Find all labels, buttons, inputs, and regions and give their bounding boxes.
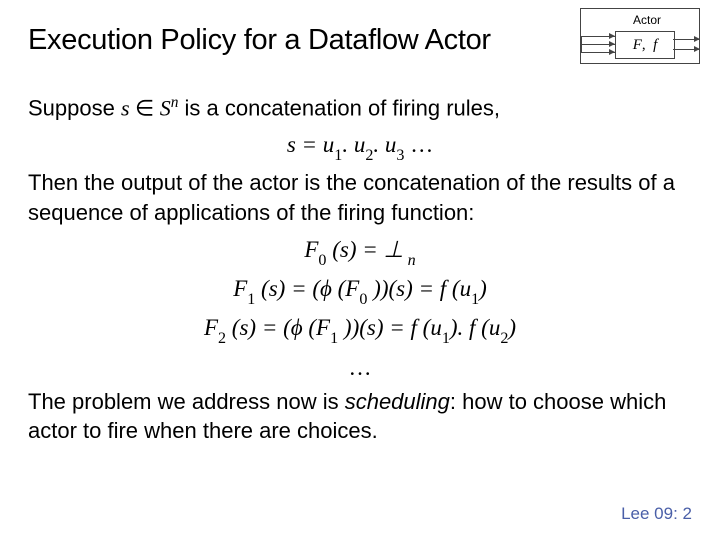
eq-F0: F0 (s) = ⊥ n [28,234,692,269]
slide-footer: Lee 09: 2 [621,504,692,524]
actor-box-F: F [633,37,642,54]
then-paragraph: Then the output of the actor is the conc… [28,168,692,227]
eq-ellipsis: … [28,352,692,383]
problem-paragraph: The problem we address now is scheduling… [28,387,692,446]
scheduling-term: scheduling [345,389,450,414]
actor-box-f: f [653,37,657,54]
suppose-line: Suppose s ∈ Sn is a concatenation of fir… [28,93,692,123]
eq-s: s = u1. u2. u3 … [28,129,692,164]
actor-figure: Actor F , f [580,8,700,64]
eq-F2: F2 (s) = (ϕ (F1 ))(s) = f (u1). f (u2) [28,312,692,347]
eq-F1: F1 (s) = (ϕ (F0 ))(s) = f (u1) [28,273,692,308]
actor-box: F , f [615,31,675,59]
actor-figure-label: Actor [633,13,661,27]
